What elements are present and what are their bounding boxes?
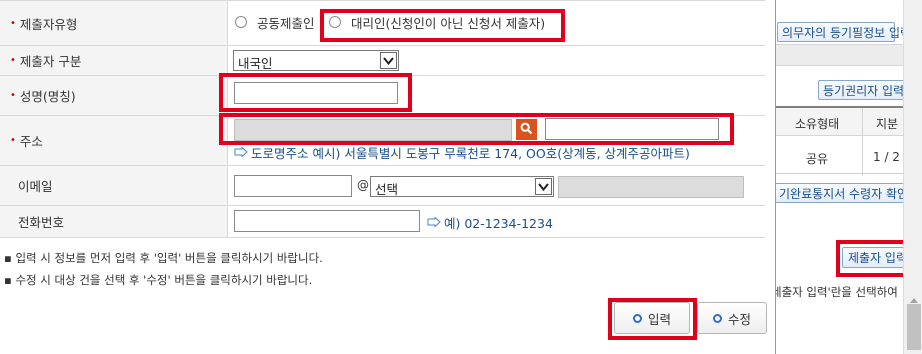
email-domain-input	[558, 176, 744, 198]
required-mark: •	[10, 55, 16, 66]
submitter-type-label: 제출자유형	[19, 16, 78, 32]
phone-label: 전화번호	[18, 215, 65, 230]
ownership-column-header: 소유형태	[795, 117, 840, 131]
edit-button[interactable]: 수정	[697, 302, 767, 334]
phone-row: 전화번호 예) 02-1234-1234	[0, 206, 765, 238]
address-label-cell: • 주소	[0, 116, 228, 165]
edit-instruction-note: ▪ 수정 시 대상 건을 선택 후 '수정' 버튼을 클릭하시기 바랍니다.	[4, 273, 313, 287]
submitter-category-select[interactable]: 내국인	[233, 50, 399, 71]
joint-submitter-radio[interactable]	[235, 16, 247, 28]
notice-receiver-label: 기완료통지서 수령자 확인	[779, 186, 909, 201]
submitter-category-label-cell: • 제출자 구분	[0, 46, 228, 75]
input-instruction-note: ▪ 입력 시 정보를 먼저 입력 후 '입력' 버튼을 클릭하시기 바랍니다.	[4, 251, 323, 265]
notice-receiver-button[interactable]: 기완료통지서 수령자 확인	[776, 183, 912, 203]
phone-field: 예) 02-1234-1234	[229, 206, 765, 237]
side-table: 소유형태 지분 공유 1 / 2	[776, 106, 903, 176]
email-domain-select[interactable]: 선택	[370, 176, 554, 197]
vertical-scrollbar[interactable]	[903, 0, 922, 354]
required-mark: •	[10, 90, 16, 101]
share-cell: 1 / 2	[873, 150, 900, 164]
phone-example-hint: 예) 02-1234-1234	[444, 216, 553, 231]
right-holder-button[interactable]: 등기권리자 입력	[818, 80, 912, 100]
submitter-category-label: 제출자 구분	[19, 54, 82, 69]
name-field-highlight	[219, 73, 412, 112]
submitter-type-label-cell: • 제출자유형	[0, 1, 228, 45]
required-mark: •	[10, 135, 16, 146]
address-field-highlight	[219, 113, 734, 145]
edit-button-label: 수정	[727, 311, 751, 327]
edit-instruction-text: 수정 시 대상 건을 선택 후 '수정' 버튼을 클릭하시기 바랍니다.	[15, 273, 313, 287]
email-id-input[interactable]	[234, 175, 352, 197]
submitter-category-row: • 제출자 구분 내국인	[0, 46, 765, 76]
email-row: 이메일 @ 선택	[0, 166, 765, 206]
arrow-right-icon	[234, 146, 248, 160]
submitter-form-panel: • 제출자유형 공동제출인 대리인(신청인이 아닌 신청서 제출자) • 제출자…	[0, 0, 775, 354]
email-label-cell: 이메일	[0, 166, 228, 205]
obligor-registry-button[interactable]: 의무자의 등기필정보 입력	[777, 22, 911, 42]
side-gray-bar	[776, 44, 903, 66]
circle-bullet-icon	[712, 313, 722, 323]
name-label-cell: • 성명(명칭)	[0, 76, 228, 115]
submitter-category-value: 내국인	[238, 56, 273, 71]
submitter-category-field: 내국인	[229, 46, 765, 75]
obligor-registry-label: 의무자의 등기필정보 입력	[782, 25, 912, 40]
email-field: @ 선택	[229, 166, 765, 205]
side-instruction-text: 세출자 입력'란을 선택하여	[775, 285, 898, 299]
email-at-sign: @	[357, 178, 369, 192]
ownership-cell: 공유	[806, 152, 829, 166]
email-domain-value: 선택	[375, 182, 399, 197]
required-mark: •	[10, 17, 16, 29]
address-example-hint: 도로명주소 예시) 서울특별시 도봉구 무록천로 174, OO호(상계동, 상…	[251, 146, 690, 161]
chevron-down-icon[interactable]	[535, 178, 552, 195]
address-label: 주소	[19, 134, 43, 149]
share-column-header: 지분	[876, 117, 899, 131]
phone-label-cell: 전화번호	[0, 206, 228, 237]
agent-option-highlight	[320, 9, 565, 42]
right-holder-label: 등기권리자 입력	[823, 83, 905, 98]
arrow-right-icon	[427, 216, 441, 230]
scrollbar-thumb[interactable]	[907, 304, 921, 350]
name-label: 성명(명칭)	[19, 89, 76, 104]
side-panel: 의무자의 등기필정보 입력 등기권리자 입력 소유형태 지분 공유 1 / 2 …	[775, 0, 922, 354]
phone-input[interactable]	[234, 210, 420, 232]
column-divider	[862, 108, 863, 176]
email-label: 이메일	[18, 179, 53, 194]
input-button-highlight	[608, 298, 697, 340]
input-instruction-text: 입력 시 정보를 먼저 입력 후 '입력' 버튼을 클릭하시기 바랍니다.	[15, 251, 323, 265]
chevron-down-icon[interactable]	[380, 52, 397, 69]
joint-submitter-label[interactable]: 공동제출인	[257, 13, 315, 32]
